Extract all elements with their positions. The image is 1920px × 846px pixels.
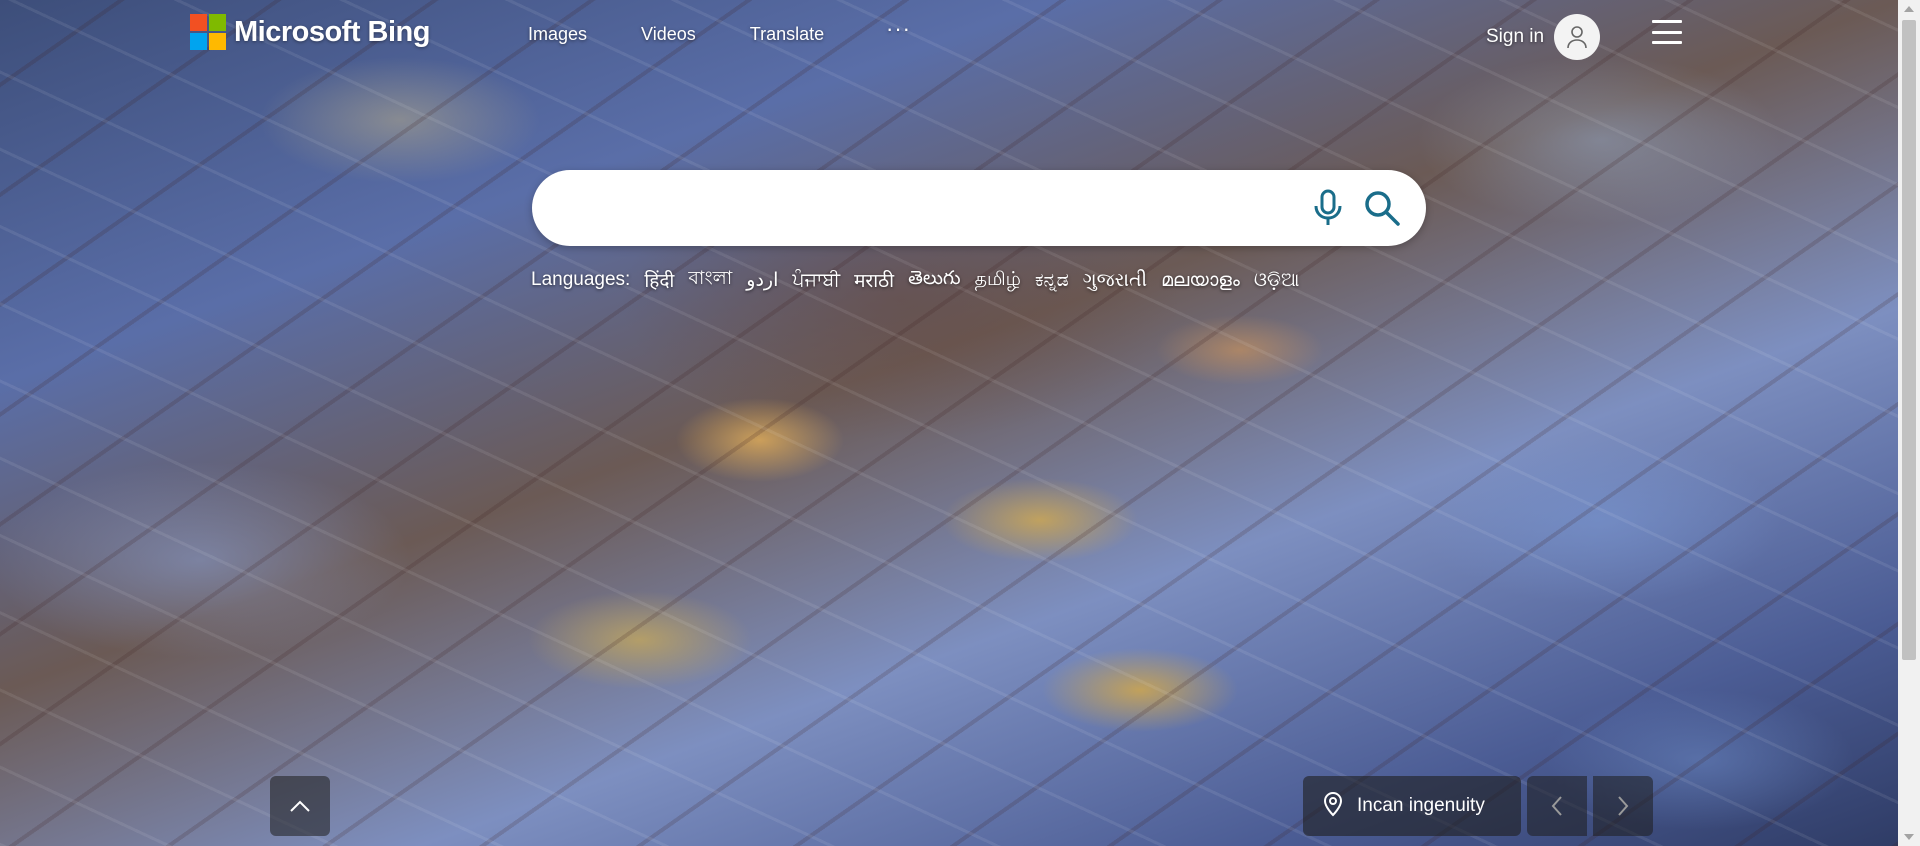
chevron-left-icon[interactable] (1527, 776, 1587, 836)
languages-label: Languages: (531, 269, 631, 290)
language-link[interactable]: ગુજરાતી (1083, 269, 1147, 291)
top-nav: Images Videos Translate ··· (528, 16, 910, 45)
language-link[interactable]: தமிழ் (975, 268, 1021, 293)
languages-bar: Languages: हिंदी বাংলা اردو ਪੰਜਾਬੀ मराठी… (531, 264, 1313, 296)
brand-name: Microsoft Bing (234, 15, 431, 48)
sign-in-area[interactable]: Sign in (1486, 14, 1601, 60)
image-caption: Incan ingenuity (1357, 795, 1485, 816)
microsoft-logo-icon (190, 14, 226, 50)
hamburger-icon[interactable] (1652, 20, 1682, 44)
person-icon[interactable] (1554, 14, 1601, 60)
language-link[interactable]: తెలుగు (908, 267, 960, 294)
nav-translate[interactable]: Translate (750, 24, 824, 45)
language-link[interactable]: हिंदी (644, 267, 674, 293)
search-input[interactable] (562, 184, 1246, 234)
language-link[interactable]: മലയാളം (1161, 269, 1240, 291)
search-box (532, 170, 1426, 246)
scrollbar-thumb[interactable] (1902, 20, 1916, 660)
image-caption-button[interactable]: Incan ingenuity (1303, 776, 1521, 836)
language-link[interactable]: বাংলা (688, 264, 732, 296)
background-image (0, 0, 1898, 846)
location-pin-icon (1323, 791, 1343, 822)
language-link[interactable]: ଓଡ଼ିଆ (1254, 269, 1300, 291)
language-link[interactable]: ਪੰਜਾਬੀ (792, 269, 840, 291)
chevron-up-icon[interactable] (270, 776, 330, 836)
nav-images[interactable]: Images (528, 24, 587, 45)
scroll-up-arrow[interactable] (1904, 6, 1914, 12)
chevron-right-icon[interactable] (1593, 776, 1653, 836)
microphone-icon[interactable] (1310, 188, 1346, 233)
more-menu-button[interactable]: ··· (886, 16, 911, 42)
scroll-down-arrow[interactable] (1904, 834, 1914, 840)
sign-in-button[interactable]: Sign in (1486, 26, 1544, 48)
scrollbar[interactable] (1898, 0, 1920, 846)
search-icon[interactable] (1362, 188, 1402, 233)
bing-logo[interactable]: Microsoft Bing (190, 14, 431, 50)
language-link[interactable]: ಕನ್ನಡ (1035, 269, 1069, 291)
nav-videos[interactable]: Videos (641, 24, 696, 45)
language-link[interactable]: मराठी (854, 267, 894, 293)
language-link[interactable]: اردو (746, 269, 778, 291)
